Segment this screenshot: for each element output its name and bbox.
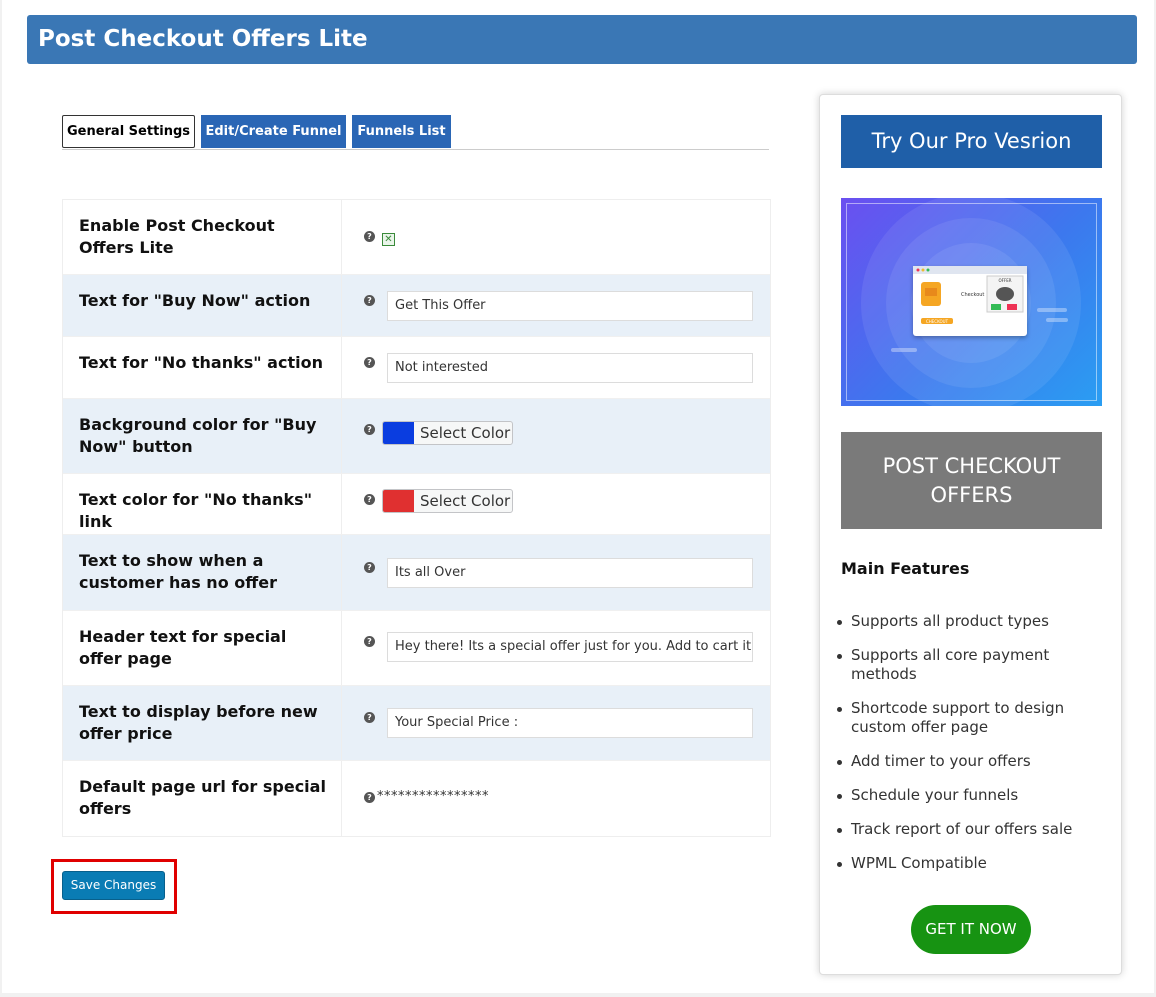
default-url-value[interactable]: ****************	[377, 789, 489, 804]
checkout-illustration: CHECKOUT Checkout OFFER	[913, 266, 1027, 336]
buy-now-text-label: Text for "Buy Now" action	[79, 291, 311, 310]
features-list: Supports all product types Supports all …	[835, 612, 1095, 873]
save-changes-button[interactable]: Save Changes	[62, 871, 165, 900]
list-item: Add timer to your offers	[835, 752, 1095, 771]
help-icon[interactable]: ?	[364, 424, 375, 435]
settings-row-enable: Enable Post Checkout Offers Lite ? ✕	[63, 200, 770, 275]
settings-row-buy-now-text: Text for "Buy Now" action ? Get This Off…	[63, 275, 770, 337]
checkout-button-text: CHECKOUT	[926, 319, 949, 324]
no-thanks-color-label: Text color for "No thanks" link	[79, 490, 313, 531]
no-offer-text-input[interactable]: Its all Over	[387, 558, 753, 588]
settings-row-default-url: Default page url for special offers ? **…	[63, 761, 770, 836]
help-icon[interactable]: ?	[364, 792, 375, 803]
tab-bar: General Settings Edit/Create Funnel Funn…	[62, 115, 769, 150]
settings-row-no-thanks-text: Text for "No thanks" action ? Not intere…	[63, 337, 770, 399]
offer-text: OFFER	[998, 278, 1011, 283]
features-title: Main Features	[841, 559, 970, 578]
tab-funnels-list[interactable]: Funnels List	[352, 115, 451, 148]
buy-now-bg-color-button[interactable]: Select Color	[382, 421, 513, 445]
no-thanks-text-input[interactable]: Not interested	[387, 353, 753, 383]
list-item: Shortcode support to design custom offer…	[835, 699, 1095, 737]
help-icon[interactable]: ?	[364, 231, 375, 242]
help-icon[interactable]: ?	[364, 494, 375, 505]
row-divider	[341, 399, 342, 473]
help-icon[interactable]: ?	[364, 712, 375, 723]
post-checkout-offers-banner: POST CHECKOUT OFFERS	[841, 432, 1102, 529]
row-divider	[341, 337, 342, 398]
tab-edit-create-funnel[interactable]: Edit/Create Funnel	[201, 115, 346, 148]
list-item: Supports all core payment methods	[835, 646, 1095, 684]
promo-sidebar: Try Our Pro Vesrion CHECKOUT Checkout OF…	[819, 94, 1122, 975]
no-thanks-text-label: Text for "No thanks" action	[79, 353, 323, 372]
list-item: Track report of our offers sale	[835, 820, 1095, 839]
enable-label: Enable Post Checkout Offers Lite	[79, 216, 275, 257]
buy-now-bg-label: Background color for "Buy Now" button	[79, 415, 317, 456]
settings-table: Enable Post Checkout Offers Lite ? ✕ Tex…	[62, 199, 771, 837]
help-icon[interactable]: ?	[364, 357, 375, 368]
settings-row-no-offer-text: Text to show when a customer has no offe…	[63, 535, 770, 611]
page-title: Post Checkout Offers Lite	[38, 26, 368, 52]
header-text-input[interactable]: Hey there! Its a special offer just for …	[387, 632, 753, 662]
enable-checkbox[interactable]: ✕	[382, 233, 395, 246]
tab-general-settings[interactable]: General Settings	[62, 115, 195, 148]
help-icon[interactable]: ?	[364, 636, 375, 647]
select-color-label: Select Color	[420, 424, 511, 442]
select-color-label: Select Color	[420, 492, 511, 510]
help-icon[interactable]: ?	[364, 562, 375, 573]
get-it-now-button[interactable]: GET IT NOW	[911, 905, 1031, 954]
list-item: Supports all product types	[835, 612, 1095, 631]
row-divider	[341, 535, 342, 610]
settings-row-price-prefix: Text to display before new offer price ?…	[63, 686, 770, 761]
row-divider	[341, 686, 342, 760]
page: Post Checkout Offers Lite General Settin…	[2, 0, 1154, 993]
default-url-label: Default page url for special offers	[79, 777, 326, 818]
promo-image: CHECKOUT Checkout OFFER	[841, 198, 1102, 406]
no-thanks-color-button[interactable]: Select Color	[382, 489, 513, 513]
settings-row-header-text: Header text for special offer page ? Hey…	[63, 611, 770, 686]
checkout-text: Checkout	[961, 292, 984, 298]
price-prefix-label: Text to display before new offer price	[79, 702, 318, 743]
try-pro-button[interactable]: Try Our Pro Vesrion	[841, 115, 1102, 168]
header-bar: Post Checkout Offers Lite	[27, 15, 1137, 64]
row-divider	[341, 474, 342, 534]
buy-now-text-input[interactable]: Get This Offer	[387, 291, 753, 321]
settings-row-buy-now-bg: Background color for "Buy Now" button ? …	[63, 399, 770, 474]
row-divider	[341, 611, 342, 685]
price-prefix-input[interactable]: Your Special Price :	[387, 708, 753, 738]
row-divider	[341, 275, 342, 336]
list-item: WPML Compatible	[835, 854, 1095, 873]
no-offer-text-label: Text to show when a customer has no offe…	[79, 551, 277, 592]
list-item: Schedule your funnels	[835, 786, 1095, 805]
settings-row-no-thanks-color: Text color for "No thanks" link ? Select…	[63, 474, 770, 535]
color-swatch	[383, 422, 414, 444]
row-divider	[341, 761, 342, 836]
header-text-label: Header text for special offer page	[79, 627, 287, 668]
row-divider	[341, 200, 342, 274]
color-swatch	[383, 490, 414, 512]
help-icon[interactable]: ?	[364, 295, 375, 306]
